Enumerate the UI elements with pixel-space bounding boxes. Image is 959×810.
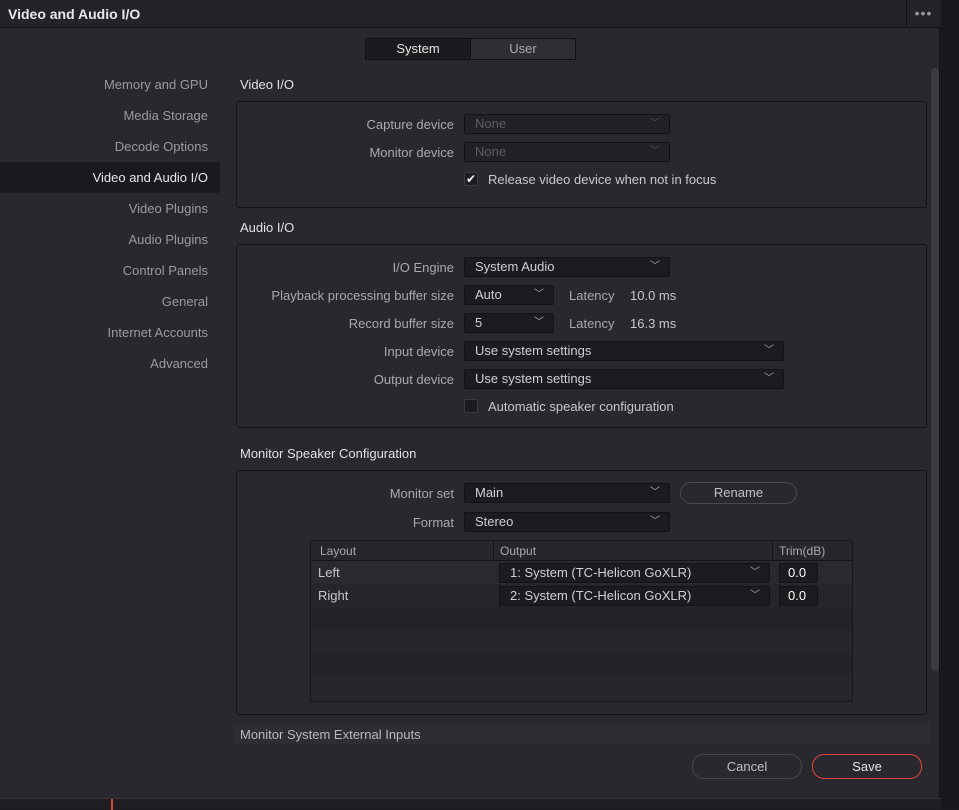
- empty-row: [311, 630, 852, 653]
- chevron-down-icon: ﹀: [534, 317, 544, 328]
- monitor-external-inputs-heading: Monitor System External Inputs: [240, 727, 421, 742]
- auto-speaker-checkbox[interactable]: [464, 399, 478, 413]
- empty-row: [311, 676, 852, 699]
- io-engine-label: I/O Engine: [392, 260, 454, 275]
- sidebar-item-audio-plugins[interactable]: Audio Plugins: [0, 224, 220, 255]
- auto-speaker-label: Automatic speaker configuration: [488, 399, 674, 414]
- output-dropdown[interactable]: 1: System (TC-Helicon GoXLR) ﹀: [499, 563, 770, 583]
- chevron-down-icon: ﹀: [750, 590, 760, 601]
- input-device-value: Use system settings: [475, 343, 592, 358]
- video-io-heading: Video I/O: [240, 77, 294, 92]
- monitor-device-dropdown[interactable]: None ﹀: [464, 142, 670, 162]
- chevron-down-icon: ﹀: [650, 516, 660, 527]
- sidebar-item-video-plugins[interactable]: Video Plugins: [0, 193, 220, 224]
- layout-cell: Right: [318, 588, 349, 603]
- scrollbar[interactable]: [931, 68, 939, 671]
- audio-io-heading: Audio I/O: [240, 220, 295, 235]
- window-title: Video and Audio I/O: [8, 6, 141, 22]
- monitor-set-value: Main: [475, 485, 504, 500]
- release-video-label: Release video device when not in focus: [488, 172, 717, 187]
- chevron-down-icon: ﹀: [650, 118, 660, 129]
- playback-buffer-dropdown[interactable]: Auto ﹀: [464, 285, 554, 305]
- capture-device-label: Capture device: [366, 117, 454, 132]
- trim-input[interactable]: 0.0: [779, 563, 818, 583]
- playback-buffer-label: Playback processing buffer size: [271, 288, 454, 303]
- record-latency-label: Latency: [569, 316, 615, 331]
- chevron-down-icon: ﹀: [650, 261, 660, 272]
- record-buffer-value: 5: [475, 315, 483, 330]
- rename-button[interactable]: Rename: [680, 482, 797, 504]
- preferences-dialog: Video and Audio I/O ••• System User Memo…: [0, 0, 940, 798]
- record-latency-value: 16.3 ms: [630, 316, 677, 331]
- chevron-down-icon: ﹀: [764, 373, 774, 384]
- format-dropdown[interactable]: Stereo ﹀: [464, 512, 670, 532]
- format-label: Format: [412, 515, 454, 530]
- chevron-down-icon: ﹀: [650, 146, 660, 157]
- io-engine-value: System Audio: [475, 259, 555, 274]
- tab-bar: System User: [365, 38, 576, 60]
- monitor-set-label: Monitor set: [389, 486, 454, 501]
- playback-latency-value: 10.0 ms: [630, 288, 677, 303]
- table-row: Left 1: System (TC-Helicon GoXLR) ﹀ 0.0: [311, 561, 852, 584]
- ellipsis-icon[interactable]: •••: [906, 0, 940, 28]
- chevron-down-icon: ﹀: [750, 567, 760, 578]
- chevron-down-icon: ﹀: [764, 345, 774, 356]
- record-buffer-label: Record buffer size: [348, 316, 454, 331]
- monitor-speaker-heading: Monitor Speaker Configuration: [240, 446, 417, 461]
- column-trim: Trim(dB): [772, 541, 825, 560]
- table-header: Layout Output Trim(dB): [311, 541, 852, 561]
- io-engine-dropdown[interactable]: System Audio ﹀: [464, 257, 670, 277]
- output-device-dropdown[interactable]: Use system settings ﹀: [464, 369, 784, 389]
- playback-buffer-value: Auto: [475, 287, 502, 302]
- save-button[interactable]: Save: [812, 754, 922, 779]
- tab-system[interactable]: System: [366, 39, 471, 59]
- playback-latency-label: Latency: [569, 288, 615, 303]
- column-layout: Layout: [320, 544, 357, 558]
- release-video-checkbox[interactable]: ✔: [464, 172, 478, 186]
- capture-device-value: None: [475, 116, 507, 131]
- output-value: 1: System (TC-Helicon GoXLR): [510, 565, 692, 580]
- input-device-label: Input device: [383, 344, 454, 359]
- capture-device-dropdown[interactable]: None ﹀: [464, 114, 670, 134]
- output-device-label: Output device: [373, 372, 454, 387]
- playhead: [111, 799, 113, 810]
- monitor-set-dropdown[interactable]: Main ﹀: [464, 483, 670, 503]
- sidebar-item-video-audio-io[interactable]: Video and Audio I/O: [0, 162, 220, 193]
- output-dropdown[interactable]: 2: System (TC-Helicon GoXLR) ﹀: [499, 586, 770, 606]
- cancel-button[interactable]: Cancel: [692, 754, 802, 779]
- layout-cell: Left: [318, 565, 340, 580]
- sidebar-item-memory-gpu[interactable]: Memory and GPU: [0, 69, 220, 100]
- chevron-down-icon: ﹀: [650, 487, 660, 498]
- monitor-device-value: None: [475, 144, 507, 159]
- input-device-dropdown[interactable]: Use system settings ﹀: [464, 341, 784, 361]
- chevron-down-icon: ﹀: [534, 289, 544, 300]
- monitor-device-label: Monitor device: [369, 145, 454, 160]
- trim-input[interactable]: 0.0: [779, 586, 818, 606]
- next-section-header: Monitor System External Inputs: [233, 724, 930, 744]
- output-device-value: Use system settings: [475, 371, 592, 386]
- record-buffer-dropdown[interactable]: 5 ﹀: [464, 313, 554, 333]
- background-app-strip: [941, 0, 959, 809]
- column-output: Output: [493, 541, 536, 560]
- table-row: Right 2: System (TC-Helicon GoXLR) ﹀ 0.0: [311, 584, 852, 607]
- format-value: Stereo: [475, 514, 514, 529]
- title-bar: Video and Audio I/O •••: [0, 0, 940, 28]
- tab-user[interactable]: User: [471, 39, 575, 59]
- background-timeline: [0, 798, 941, 810]
- output-value: 2: System (TC-Helicon GoXLR): [510, 588, 692, 603]
